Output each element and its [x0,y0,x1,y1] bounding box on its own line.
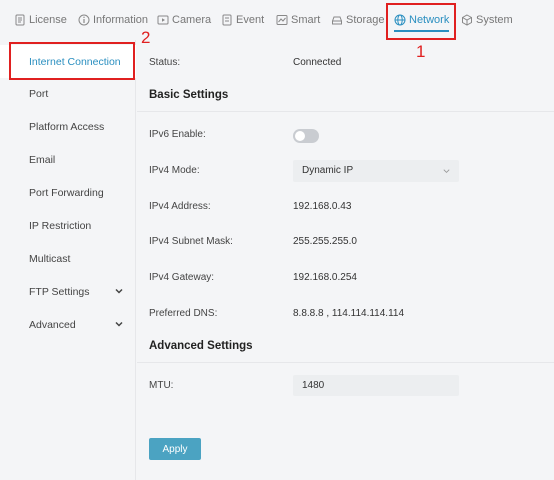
sidebar-item-port-forwarding[interactable]: Port Forwarding [0,176,136,209]
tab-smart[interactable]: Smart [276,0,320,40]
tab-information[interactable]: Information [78,0,148,40]
mtu-value: 1480 [302,380,325,391]
ipv4-address-value: 192.168.0.43 [293,201,352,212]
mtu-label: MTU: [149,380,174,391]
ipv4-subnet-mask-label: IPv4 Subnet Mask: [149,236,233,247]
preferred-dns-value: 8.8.8.8 , 114.114.114.114 [293,308,405,319]
ipv4-gateway-label: IPv4 Gateway: [149,272,215,283]
tab-license[interactable]: License [14,0,67,40]
status-label: Status: [149,57,181,68]
sidebar-item-label: Multicast [29,252,71,265]
sidebar-item-label: FTP Settings [29,285,90,298]
annotation-number-1: 1 [416,42,426,61]
ipv4-address-label: IPv4 Address: [149,201,211,212]
tab-event[interactable]: Event [221,0,264,40]
advanced-settings-title: Advanced Settings [149,340,253,352]
tab-storage[interactable]: Storage [331,0,385,40]
event-icon [222,14,232,26]
sidebar-item-label: Port Forwarding [29,186,104,199]
tab-storage-label: Storage [346,14,385,26]
sidebar-item-ip-restriction[interactable]: IP Restriction [0,209,136,242]
sidebar-item-port[interactable]: Port [0,77,136,110]
basic-settings-title: Basic Settings [149,89,229,101]
sidebar-item-email[interactable]: Email [0,143,136,176]
apply-button[interactable]: Apply [149,438,201,460]
license-icon [15,14,25,26]
tab-license-label: License [29,14,67,26]
system-icon [462,14,472,26]
tab-system-label: System [476,14,513,26]
ipv4-mode-select[interactable]: Dynamic IP [293,160,459,182]
sidebar-item-multicast[interactable]: Multicast [0,242,136,275]
tab-camera-label: Camera [172,14,212,26]
tab-event-label: Event [236,14,265,26]
mtu-input[interactable]: 1480 [293,375,459,396]
storage-icon [332,16,342,25]
annotation-box-network-tab [386,3,456,40]
annotation-number-2: 2 [141,28,151,47]
info-icon [78,14,90,26]
annotation-box-internet-connection [9,42,135,80]
top-tab-bar: License Information Camera Event Smart S… [0,0,554,40]
status-value: Connected [293,57,342,68]
sidebar-item-advanced[interactable]: Advanced [0,308,136,341]
sidebar: Internet Connection Port Platform Access… [0,40,136,480]
sidebar-item-ftp-settings[interactable]: FTP Settings [0,275,136,308]
tab-system[interactable]: System [461,0,513,40]
tab-smart-label: Smart [291,14,321,26]
ipv4-subnet-mask-value: 255.255.255.0 [293,236,357,247]
sidebar-item-label: Platform Access [29,120,105,133]
sidebar-item-label: Port [29,87,49,100]
preferred-dns-label: Preferred DNS: [149,308,218,319]
camera-icon [157,15,169,25]
sidebar-item-label: Email [29,153,56,166]
ipv4-mode-value: Dynamic IP [302,165,354,176]
chevron-down-icon [115,288,123,294]
section-divider [137,111,554,112]
section-divider [137,362,554,363]
tab-camera[interactable]: Camera [157,0,211,40]
tab-information-label: Information [93,14,149,26]
ipv6-enable-toggle[interactable] [293,129,319,143]
main-content: Status: Connected Basic Settings IPv6 En… [137,40,554,480]
smart-icon [276,15,288,25]
sidebar-item-label: IP Restriction [29,219,92,232]
toggle-knob [295,131,305,141]
ipv4-mode-label: IPv4 Mode: [149,165,200,176]
ipv4-gateway-value: 192.168.0.254 [293,272,357,283]
chevron-down-icon [443,169,450,174]
ipv6-enable-label: IPv6 Enable: [149,129,206,140]
sidebar-item-platform-access[interactable]: Platform Access [0,110,136,143]
chevron-down-icon [115,321,123,327]
sidebar-item-label: Advanced [29,318,76,331]
